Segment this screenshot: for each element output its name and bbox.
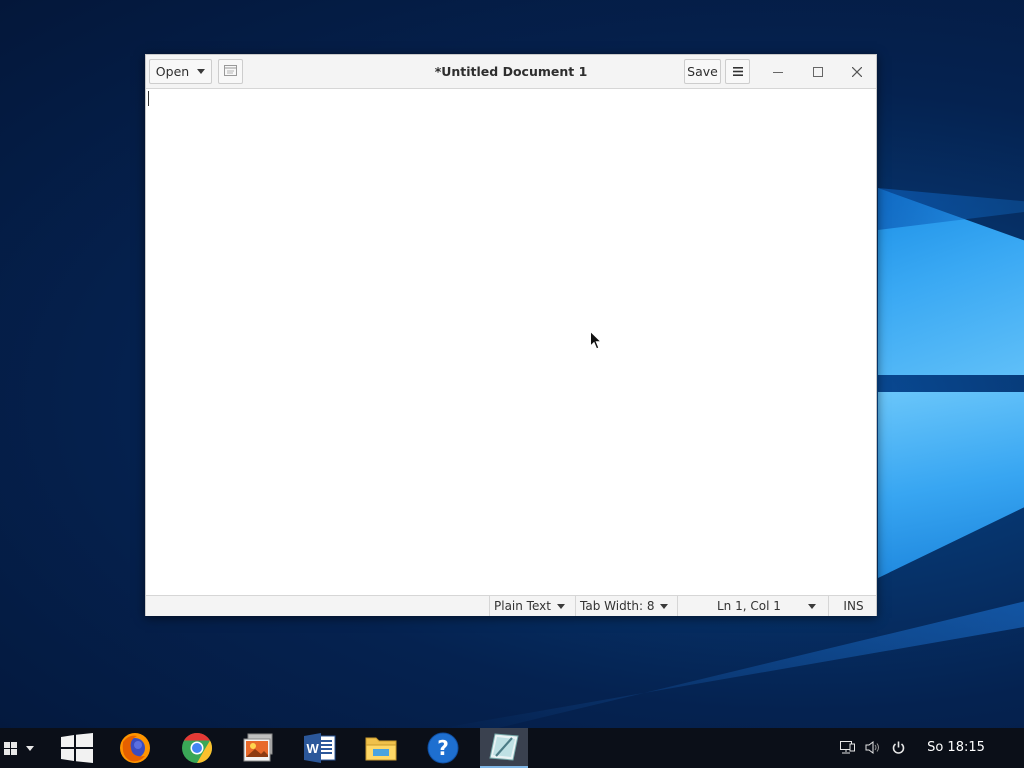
chevron-down-icon [26, 745, 34, 751]
wallpaper-glow [430, 600, 1024, 728]
cursor-position-selector[interactable]: Ln 1, Col 1 [677, 596, 828, 616]
language-selector[interactable]: Plain Text [489, 596, 575, 616]
power-icon[interactable] [892, 739, 905, 758]
cursor-position-label: Ln 1, Col 1 [717, 599, 781, 613]
photos-icon [243, 733, 273, 762]
taskbar-app-word[interactable]: W [296, 728, 344, 768]
taskbar-app-help[interactable]: ? [419, 728, 467, 768]
system-tray [840, 728, 905, 768]
status-bar: Plain Text Tab Width: 8 Ln 1, Col 1 INS [146, 595, 876, 616]
header-bar: Open *Untitled Document 1 Save [146, 55, 876, 89]
save-button[interactable]: Save [684, 59, 721, 84]
taskbar-app-photos[interactable] [235, 728, 283, 768]
new-document-icon [224, 64, 237, 79]
text-editor-window: Open *Untitled Document 1 Save Plain Tex… [145, 54, 877, 616]
insert-mode-indicator: INS [828, 596, 878, 616]
chevron-down-icon [660, 603, 669, 609]
volume-icon[interactable] [865, 739, 880, 758]
word-icon: W [304, 733, 336, 763]
windows-start-icon [4, 741, 17, 755]
taskbar-app-chrome[interactable] [173, 728, 221, 768]
taskbar-app-file-explorer[interactable] [357, 728, 405, 768]
taskbar: W ? So 18:15 [0, 728, 1024, 768]
wallpaper-pane-lower [878, 392, 1024, 578]
close-button[interactable] [846, 61, 868, 83]
tab-width-label: Tab Width: 8 [580, 599, 655, 613]
chrome-icon [182, 733, 213, 763]
chevron-down-icon [807, 603, 816, 609]
svg-text:W: W [307, 741, 320, 756]
taskbar-app-text-editor[interactable] [480, 728, 528, 768]
file-explorer-icon [365, 737, 397, 761]
svg-text:?: ? [437, 736, 449, 760]
hamburger-menu-icon [732, 64, 743, 79]
chevron-down-icon [197, 69, 206, 74]
maximize-icon [813, 67, 823, 77]
text-caret [148, 91, 149, 106]
open-button-label: Open [155, 64, 190, 79]
minimize-icon [773, 72, 783, 73]
maximize-button[interactable] [807, 61, 829, 83]
text-editor-icon [489, 733, 519, 761]
mouse-pointer-icon [590, 330, 603, 354]
close-icon [852, 67, 862, 77]
minimize-button[interactable] [767, 61, 789, 83]
new-document-button[interactable] [218, 59, 243, 84]
tab-width-selector[interactable]: Tab Width: 8 [575, 596, 677, 616]
hamburger-menu-button[interactable] [725, 59, 750, 84]
firefox-icon [120, 733, 150, 763]
taskbar-app-firefox[interactable] [111, 728, 159, 768]
help-icon: ? [427, 732, 459, 764]
start-menu-button[interactable] [4, 738, 44, 758]
text-editing-area[interactable] [146, 89, 876, 595]
taskbar-app-windows[interactable] [53, 728, 101, 768]
open-button[interactable]: Open [149, 59, 212, 84]
chevron-down-icon [556, 603, 565, 609]
language-label: Plain Text [494, 599, 551, 613]
taskbar-clock[interactable]: So 18:15 [920, 728, 992, 768]
network-icon[interactable] [840, 739, 855, 758]
windows-logo-icon [61, 733, 93, 763]
